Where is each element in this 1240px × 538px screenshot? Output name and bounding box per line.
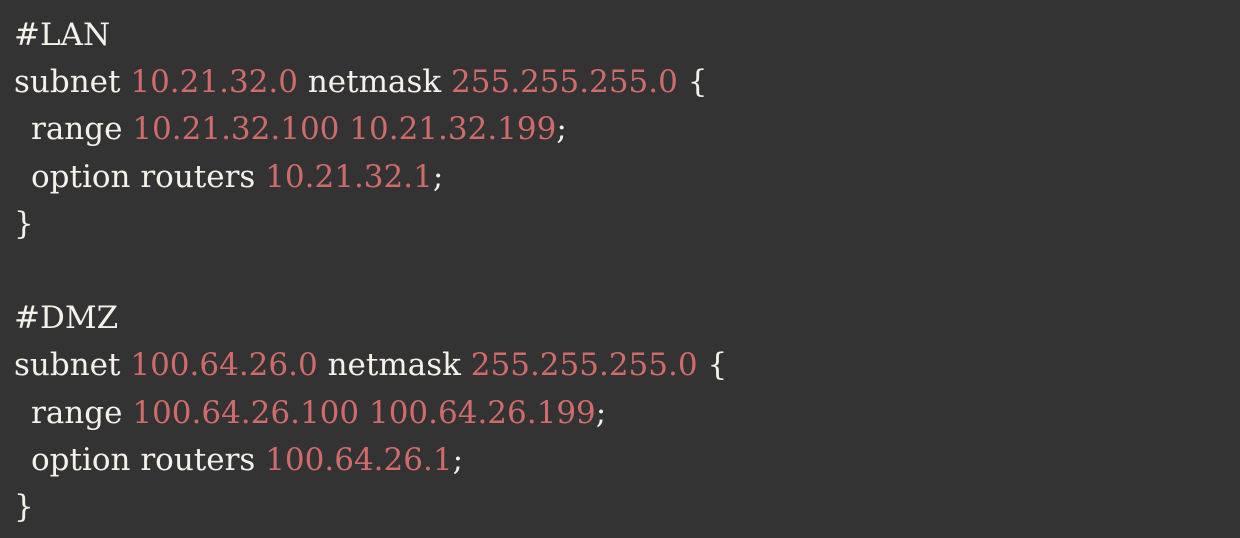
dmz-range-end: 100.64.26.199	[368, 394, 596, 431]
dmz-open-brace: {	[707, 347, 728, 384]
lan-routers-semicolon: ;	[432, 158, 444, 195]
lan-subnet-keyword: subnet	[14, 64, 121, 101]
lan-range-line: range 10.21.32.100 10.21.32.199;	[14, 106, 1240, 153]
lan-range-keyword: range	[31, 111, 123, 148]
dmz-range-line: range 100.64.26.100 100.64.26.199;	[14, 390, 1240, 437]
lan-subnet-address: 10.21.32.0	[130, 64, 298, 101]
lan-close-brace: }	[14, 205, 34, 242]
lan-range-start: 10.21.32.100	[132, 111, 340, 148]
lan-netmask-value: 255.255.255.0	[451, 64, 678, 101]
lan-subnet-line: subnet 10.21.32.0 netmask 255.255.255.0 …	[14, 59, 1240, 106]
lan-range-semicolon: ;	[556, 111, 567, 148]
dmz-routers-semicolon: ;	[452, 441, 464, 478]
dmz-netmask-value: 255.255.255.0	[470, 347, 698, 384]
lan-comment: #LAN	[14, 17, 111, 53]
dmz-subnet-line: subnet 100.64.26.0 netmask 255.255.255.0…	[14, 342, 1240, 389]
lan-range-end: 10.21.32.199	[349, 111, 557, 148]
dmz-netmask-keyword: netmask	[327, 347, 461, 384]
lan-router-address: 10.21.32.1	[265, 158, 433, 195]
dmz-comment-line: #DMZ	[14, 295, 1240, 342]
dmz-range-semicolon: ;	[595, 394, 607, 431]
dmz-range-start: 100.64.26.100	[132, 394, 360, 431]
dmz-router-address: 100.64.26.1	[265, 441, 453, 478]
lan-netmask-keyword: netmask	[307, 64, 442, 101]
code-block: #LAN subnet 10.21.32.0 netmask 255.255.2…	[0, 0, 1240, 538]
dmz-comment: #DMZ	[14, 300, 119, 337]
lan-routers-keyword: option routers	[31, 158, 256, 195]
dmz-range-keyword: range	[31, 394, 123, 431]
lan-open-brace: {	[687, 64, 708, 101]
dmz-routers-line: option routers 100.64.26.1;	[14, 437, 1240, 484]
dmz-subnet-address: 100.64.26.0	[130, 347, 318, 384]
lan-comment-line: #LAN	[14, 12, 1240, 59]
dmz-close-brace: }	[14, 488, 34, 525]
lan-close-line: }	[14, 201, 1240, 248]
dmz-subnet-keyword: subnet	[14, 347, 121, 384]
lan-routers-line: option routers 10.21.32.1;	[14, 154, 1240, 201]
dmz-routers-keyword: option routers	[31, 441, 256, 478]
dmz-close-line: }	[14, 484, 1240, 531]
